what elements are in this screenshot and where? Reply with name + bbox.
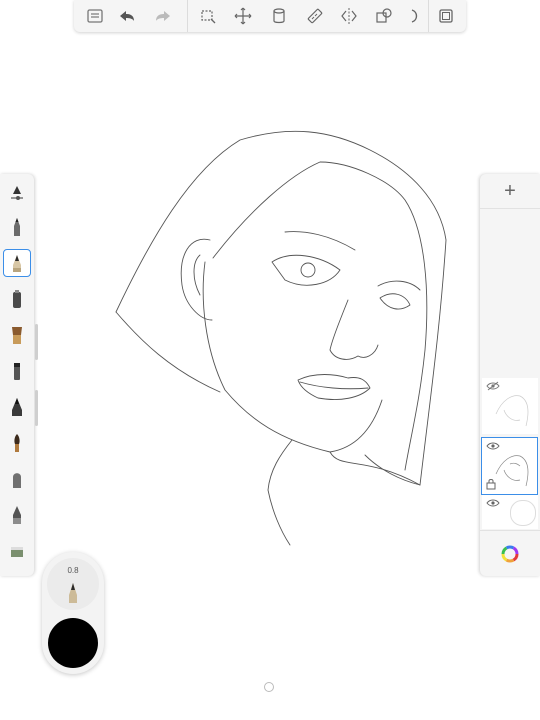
background-layer[interactable] xyxy=(482,495,538,529)
eye-icon[interactable] xyxy=(486,498,500,508)
pencil-brush-icon[interactable] xyxy=(5,214,29,240)
sketch-hair-left xyxy=(115,311,221,393)
current-color-swatch[interactable] xyxy=(48,618,98,668)
top-toolbar xyxy=(74,0,466,32)
layers-panel: + xyxy=(480,174,540,576)
brush-puck[interactable]: 0.8 xyxy=(42,552,104,674)
sketch-lips xyxy=(297,374,371,400)
paintbrush-icon[interactable] xyxy=(5,322,29,348)
toolbar-drag-handle[interactable] xyxy=(35,390,38,426)
add-layer-button[interactable]: + xyxy=(480,174,540,209)
color-wheel-button[interactable] xyxy=(480,530,540,577)
chisel-marker-icon[interactable] xyxy=(5,358,29,384)
curve-icon[interactable] xyxy=(404,5,426,27)
shapes-icon[interactable] xyxy=(373,5,395,27)
texture-brush-icon[interactable] xyxy=(5,538,29,564)
ink-pen-icon[interactable] xyxy=(5,394,29,420)
marker-brush-icon[interactable] xyxy=(3,249,31,277)
gallery-icon[interactable] xyxy=(84,5,106,27)
layer-preview xyxy=(495,455,529,487)
sketch-left-eye xyxy=(271,254,341,286)
ruler-icon[interactable] xyxy=(304,5,326,27)
current-brush-icon xyxy=(69,583,77,603)
layer-thumbnail[interactable] xyxy=(482,378,538,434)
blender-brush-icon[interactable] xyxy=(5,466,29,492)
brush-size-control[interactable]: 0.8 xyxy=(47,558,99,610)
round-brush-icon[interactable] xyxy=(5,430,29,456)
sketch-hair-outline xyxy=(115,130,447,486)
sketch-ear xyxy=(180,238,213,321)
background-color-swatch[interactable] xyxy=(510,500,536,526)
airbrush-icon[interactable] xyxy=(5,286,29,312)
brush-size-value: 0.8 xyxy=(67,566,79,575)
color-wheel-icon xyxy=(501,545,519,563)
layer-preview xyxy=(495,395,529,427)
fill-brush-icon[interactable] xyxy=(5,502,29,528)
redo-icon[interactable] xyxy=(152,5,174,27)
selection-icon[interactable] xyxy=(197,5,219,27)
sketch-hair-inner xyxy=(212,161,428,471)
fullscreen-icon[interactable] xyxy=(435,5,457,27)
layers-stack-icon[interactable] xyxy=(268,5,290,27)
undo-icon[interactable] xyxy=(116,5,138,27)
brush-settings-icon[interactable] xyxy=(5,180,29,206)
sketch-neck xyxy=(267,439,293,546)
sketch-right-eye xyxy=(379,293,411,310)
transform-icon[interactable] xyxy=(232,5,254,27)
lock-icon[interactable] xyxy=(486,478,496,490)
symmetry-icon[interactable] xyxy=(338,5,360,27)
brush-toolbar xyxy=(0,174,34,576)
home-indicator[interactable] xyxy=(264,682,274,692)
sketch-nose xyxy=(329,299,379,360)
sketch-left-brow xyxy=(284,231,356,251)
sketch-right-brow xyxy=(377,280,421,291)
layer-thumbnail-active[interactable] xyxy=(481,437,538,495)
toolbar-drag-handle[interactable] xyxy=(35,324,38,360)
